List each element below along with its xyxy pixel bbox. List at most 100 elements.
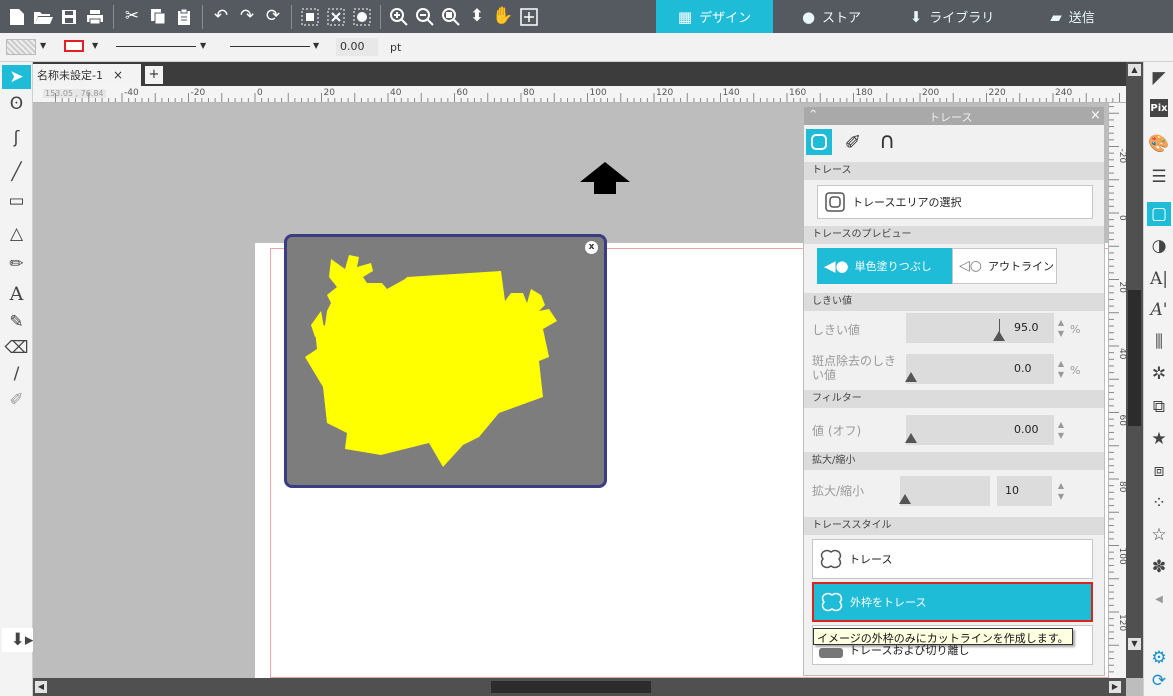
vertical-scrollbar[interactable]: ▲ ▼ — [1126, 62, 1143, 678]
trace-image[interactable]: x — [284, 234, 607, 488]
offset-icon[interactable]: ⧈ — [1147, 459, 1171, 483]
horizontal-scrollbar[interactable]: ◀ ▶ — [33, 678, 1126, 696]
fill-panel-icon[interactable]: 🎨 — [1147, 132, 1171, 156]
zoom-page-icon[interactable] — [440, 6, 462, 28]
bezier-icon[interactable]: ʃ — [2, 126, 31, 150]
line-weight-input[interactable]: 0.00 — [336, 38, 378, 56]
line-style-select[interactable] — [116, 46, 196, 47]
trace-outer-edge-button[interactable]: 外枠をトレース — [812, 582, 1093, 622]
polygon-tool-icon[interactable]: △ — [2, 222, 31, 246]
open-folder-icon[interactable] — [32, 6, 54, 28]
chevron-down-icon[interactable]: ▼ — [200, 41, 206, 50]
redraw-icon[interactable]: ⟳ — [262, 6, 284, 28]
filter-stepper[interactable]: ▲ ▼ — [1055, 419, 1067, 443]
shadow-icon[interactable]: ◑ — [1147, 234, 1171, 258]
chevron-down-icon[interactable]: ▼ — [40, 41, 46, 50]
filter-slider[interactable] — [905, 415, 1006, 445]
scroll-up-arrow-icon[interactable]: ▲ — [1128, 64, 1141, 76]
despeckle-slider[interactable] — [905, 354, 1006, 384]
select-by-color-icon[interactable] — [351, 6, 373, 28]
threshold-value[interactable]: 95.0 — [1006, 313, 1054, 343]
scale-slider[interactable] — [899, 476, 990, 506]
threshold-stepper[interactable]: ▲ ▼ — [1055, 317, 1067, 341]
redo-icon[interactable]: ↷ — [236, 6, 258, 28]
collapse-panel-icon[interactable]: ^ — [809, 109, 817, 120]
preview-outline-button[interactable]: ◁○ アウトライン — [952, 248, 1057, 284]
select-trace-area-button[interactable]: トレースエリアの選択 — [817, 185, 1093, 219]
scroll-right-arrow-icon[interactable]: ▶ — [1109, 681, 1121, 693]
cut-icon[interactable]: ✂ — [121, 6, 143, 28]
undo-icon[interactable]: ↶ — [210, 6, 232, 28]
align-icon[interactable]: ⫼ — [1147, 330, 1171, 354]
line-style-icon[interactable]: ☰ — [1147, 165, 1171, 189]
scroll-down-arrow-icon[interactable]: ▼ — [1128, 638, 1141, 650]
tab-library[interactable]: ⬇ ライブラリ — [890, 0, 1014, 33]
deselect-icon[interactable] — [325, 6, 347, 28]
pixscan-icon[interactable]: Pix — [1150, 99, 1168, 117]
copy-icon[interactable] — [147, 6, 169, 28]
trace-style-button[interactable]: トレース — [812, 539, 1093, 579]
select-all-icon[interactable] — [299, 6, 321, 28]
panel-tab-trace[interactable] — [806, 129, 832, 155]
star-outline-icon[interactable]: ☆ — [1147, 523, 1171, 547]
filter-slider-knob[interactable] — [905, 433, 917, 443]
document-tab[interactable]: 名称未設定-1 × — [33, 64, 141, 86]
text-style-icon[interactable]: A| — [1147, 267, 1171, 291]
text-to-path-icon[interactable]: A' — [1147, 298, 1171, 322]
eyedropper-tool-icon[interactable]: ✐ — [2, 388, 31, 412]
scroll-left-arrow-icon[interactable]: ◀ — [35, 681, 47, 693]
zoom-out-icon[interactable] — [414, 6, 436, 28]
point-edit-icon[interactable]: ʘ — [2, 92, 31, 116]
filter-value[interactable]: 0.00 — [1006, 415, 1054, 445]
tab-send[interactable]: ▰ 送信 — [1014, 0, 1131, 33]
despeckle-slider-knob[interactable] — [905, 372, 917, 382]
tab-design[interactable]: ▦ デザイン — [656, 0, 773, 33]
despeckle-stepper[interactable]: ▲ ▼ — [1055, 358, 1067, 382]
horizontal-scroll-thumb[interactable] — [491, 681, 651, 693]
sketch-effects-icon[interactable]: ⁘ — [1147, 491, 1171, 515]
scale-stepper[interactable]: ▲ ▼ — [1055, 480, 1067, 504]
add-tab-button[interactable]: + — [145, 66, 163, 84]
save-icon[interactable] — [58, 6, 80, 28]
transform-icon[interactable]: ✲ — [1147, 362, 1171, 386]
close-tab-icon[interactable]: × — [113, 68, 123, 82]
line-tool-icon[interactable]: ╱ — [2, 160, 31, 184]
collapse-arrow-icon[interactable]: ◀ — [1147, 587, 1171, 611]
panel-tab-eyedropper-icon[interactable]: ✐ — [840, 129, 866, 155]
move-arrow-icon[interactable]: ⬍ — [466, 6, 488, 28]
panel-tab-magnet-icon[interactable]: ∩ — [872, 129, 902, 155]
sketch-tool-icon[interactable]: ✎ — [2, 310, 31, 334]
eraser-tool-icon[interactable]: ⌫ — [2, 336, 31, 360]
line-end-select[interactable] — [230, 46, 310, 47]
puzzle-icon[interactable]: ✽ — [1147, 555, 1171, 579]
text-tool-icon[interactable]: A — [2, 282, 31, 306]
gear-icon[interactable]: ⚙ — [1147, 646, 1171, 670]
threshold-slider[interactable] — [906, 313, 1006, 343]
page-settings-icon[interactable]: ◤ — [1147, 66, 1171, 90]
fit-to-window-icon[interactable] — [518, 6, 540, 28]
modify-icon[interactable]: ★ — [1147, 427, 1171, 451]
pencil-tool-icon[interactable]: ✏ — [2, 252, 31, 276]
print-icon[interactable] — [84, 6, 106, 28]
replicate-icon[interactable]: ⧉ — [1147, 395, 1171, 419]
scale-slider-knob[interactable] — [899, 494, 911, 504]
paste-icon[interactable] — [173, 6, 195, 28]
page-up-arrow-icon[interactable] — [578, 160, 632, 196]
new-document-icon[interactable] — [6, 6, 28, 28]
refresh-icon[interactable]: ⟳ — [1147, 669, 1171, 693]
zoom-in-icon[interactable] — [388, 6, 410, 28]
line-color-swatch[interactable] — [64, 40, 84, 52]
chevron-down-icon[interactable]: ▼ — [313, 41, 319, 50]
fill-pattern-swatch[interactable] — [6, 39, 36, 55]
tab-store[interactable]: ● ストア — [773, 0, 890, 33]
despeckle-value[interactable]: 0.0 — [1006, 354, 1054, 384]
chevron-down-icon[interactable]: ▼ — [92, 41, 98, 50]
select-tool-icon[interactable]: ➤ — [2, 65, 31, 89]
trace-panel-close-icon[interactable]: × — [1090, 108, 1101, 123]
preview-fill-button[interactable]: ◀● 単色塗りつぶし — [817, 248, 952, 284]
knife-tool-icon[interactable]: / — [2, 362, 31, 386]
vertical-scroll-thumb[interactable] — [1128, 290, 1141, 426]
pan-hand-icon[interactable]: ✋ — [492, 6, 514, 28]
trace-panel-icon[interactable]: ▢ — [1147, 202, 1171, 226]
scale-value[interactable]: 10 — [997, 476, 1052, 506]
